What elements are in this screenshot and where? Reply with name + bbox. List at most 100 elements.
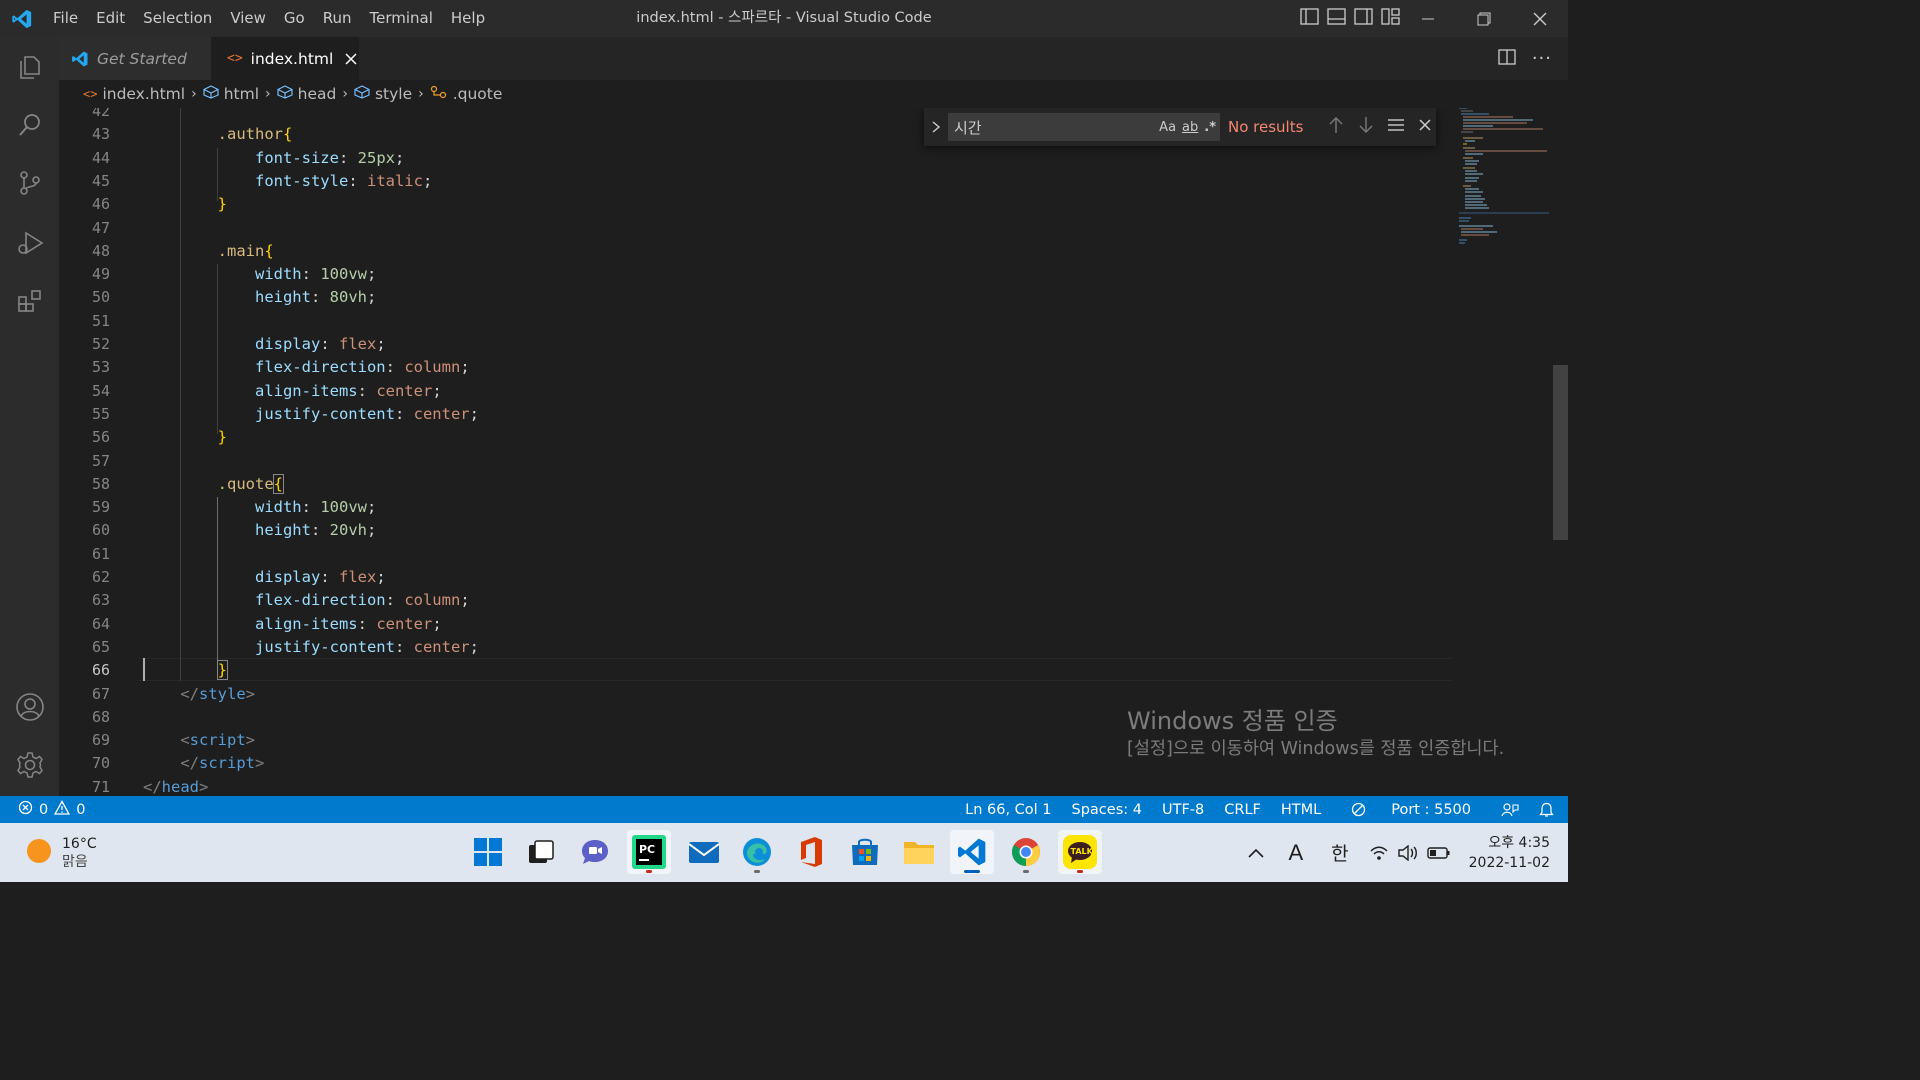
match-whole-word-toggle[interactable]: ab [1182, 120, 1198, 135]
accounts-icon[interactable] [0, 679, 59, 735]
microsoft-store-icon[interactable] [843, 830, 887, 874]
mail-icon[interactable] [682, 830, 726, 874]
element-cube-icon [203, 85, 219, 103]
breadcrumb-item-head[interactable]: head [277, 85, 336, 103]
breadcrumb-item-quote[interactable]: .quote [430, 85, 502, 103]
sun-icon [26, 838, 52, 868]
menu-terminal[interactable]: Terminal [361, 0, 442, 37]
pycharm-icon[interactable]: PC [627, 830, 671, 874]
line-number: 57 [91, 451, 110, 470]
use-regex-toggle[interactable]: .* [1204, 120, 1216, 135]
toggle-primary-sidebar-icon[interactable] [1300, 8, 1319, 29]
breadcrumb-item-file[interactable]: <> index.html [83, 85, 185, 103]
line-number: 71 [91, 777, 110, 796]
code-line: <script> [180, 731, 256, 750]
edge-browser-icon[interactable] [735, 830, 779, 874]
ime-mode-indicator[interactable]: A [1276, 840, 1315, 866]
windows-taskbar: 16°C 맑음 PC TALK A 한 오후 4:35 2022-11-02 [0, 823, 1568, 882]
vscode-tab-icon [71, 50, 89, 68]
file-explorer-icon[interactable] [897, 830, 941, 874]
source-control-icon[interactable] [0, 155, 59, 211]
toggle-secondary-sidebar-icon[interactable] [1354, 8, 1373, 29]
ime-language-indicator[interactable]: 한 [1315, 839, 1364, 866]
battery-icon[interactable] [1423, 846, 1455, 860]
weather-widget[interactable]: 16°C 맑음 [26, 835, 97, 871]
line-number: 63 [91, 591, 110, 610]
chrome-icon[interactable] [1004, 830, 1048, 874]
menu-run[interactable]: Run [314, 0, 361, 37]
close-window-button[interactable] [1512, 0, 1568, 37]
menu-go[interactable]: Go [275, 0, 314, 37]
error-icon [18, 800, 33, 819]
toggle-replace-chevron-icon[interactable] [924, 108, 948, 146]
feedback-icon[interactable] [1491, 802, 1529, 818]
run-and-debug-icon[interactable] [0, 215, 59, 271]
menu-selection[interactable]: Selection [134, 0, 221, 37]
notifications-bell-icon[interactable] [1529, 802, 1568, 818]
kakaotalk-icon[interactable]: TALK [1058, 830, 1102, 874]
office-icon[interactable] [789, 830, 833, 874]
live-server-port[interactable]: Port : 5500 [1331, 802, 1491, 818]
problems-indicator[interactable]: 0 0 [0, 800, 85, 819]
more-actions-icon[interactable]: ··· [1532, 48, 1552, 69]
start-button-windows-icon[interactable] [466, 830, 510, 874]
vscode-taskbar-icon[interactable] [950, 830, 994, 874]
code-line: .author{ [217, 125, 293, 144]
close-find-icon[interactable] [1416, 116, 1434, 138]
line-number: 70 [91, 754, 110, 773]
show-hidden-icons-chevron-up-icon[interactable] [1236, 848, 1276, 858]
indentation[interactable]: Spaces: 4 [1062, 802, 1152, 818]
menu-file[interactable]: File [44, 0, 87, 37]
search-icon[interactable] [0, 97, 59, 153]
status-right: Ln 66, Col 1 Spaces: 4 UTF-8 CRLF HTML P… [955, 796, 1568, 823]
windows-activation-watermark: Windows 정품 인증 [설정]으로 이동하여 Windows를 정품 인증… [1127, 705, 1527, 762]
system-clock[interactable]: 오후 4:35 2022-11-02 [1455, 833, 1568, 873]
text-cursor [143, 658, 145, 681]
vscode-logo-icon [0, 0, 44, 37]
system-tray: A 한 오후 4:35 2022-11-02 [1236, 823, 1568, 882]
vertical-scrollbar[interactable] [1553, 108, 1568, 796]
wifi-icon[interactable] [1365, 845, 1393, 861]
split-editor-icon[interactable] [1498, 48, 1516, 69]
previous-match-arrow-up-icon[interactable] [1326, 116, 1346, 138]
customize-layout-icon[interactable] [1381, 8, 1400, 29]
teams-chat-icon[interactable] [573, 830, 617, 874]
warning-count: 0 [76, 801, 86, 818]
running-indicator [1077, 870, 1083, 873]
language-mode[interactable]: HTML [1271, 802, 1331, 818]
code-editor[interactable]: 42 43 44 45 46 47 48 49 50 51 52 53 54 55 56 57 58 59 60 61… [59, 108, 1568, 796]
line-number: 66 [91, 661, 110, 680]
tab-get-started[interactable]: Get Started [59, 37, 211, 80]
breadcrumb-item-html[interactable]: html [203, 85, 259, 103]
toggle-panel-icon[interactable] [1327, 8, 1346, 29]
code-line: justify-content: center; [254, 404, 479, 423]
menu-help[interactable]: Help [442, 0, 494, 37]
svg-text:TALK: TALK [1071, 847, 1094, 856]
manage-gear-icon[interactable] [0, 737, 59, 793]
next-match-arrow-down-icon[interactable] [1356, 116, 1376, 138]
layout-controls [1300, 0, 1400, 37]
extensions-icon[interactable] [0, 273, 59, 329]
minimap[interactable] [1453, 108, 1553, 796]
find-in-selection-icon[interactable] [1386, 116, 1406, 138]
cursor-position[interactable]: Ln 66, Col 1 [955, 802, 1061, 818]
task-view-icon[interactable] [519, 830, 563, 874]
explorer-icon[interactable] [0, 39, 59, 95]
close-tab-icon[interactable] [345, 52, 357, 65]
minimize-button[interactable] [1400, 0, 1456, 37]
volume-speaker-icon[interactable] [1393, 844, 1423, 861]
error-count: 0 [39, 801, 49, 818]
chevron-right-icon: › [418, 86, 424, 102]
breadcrumb-item-style[interactable]: style [354, 85, 412, 103]
file-encoding[interactable]: UTF-8 [1152, 802, 1214, 818]
end-of-line[interactable]: CRLF [1214, 802, 1271, 818]
scrollbar-thumb[interactable] [1553, 365, 1568, 540]
tab-index-html[interactable]: <> index.html [211, 37, 359, 80]
menu-edit[interactable]: Edit [87, 0, 134, 37]
find-input[interactable]: 시간 Aa ab .* [948, 113, 1220, 141]
menu-view[interactable]: View [221, 0, 275, 37]
find-widget: 시간 Aa ab .* No results [924, 108, 1436, 146]
restore-button[interactable] [1456, 0, 1512, 37]
code-line: width: 100vw; [254, 265, 377, 284]
match-case-toggle[interactable]: Aa [1159, 120, 1176, 135]
